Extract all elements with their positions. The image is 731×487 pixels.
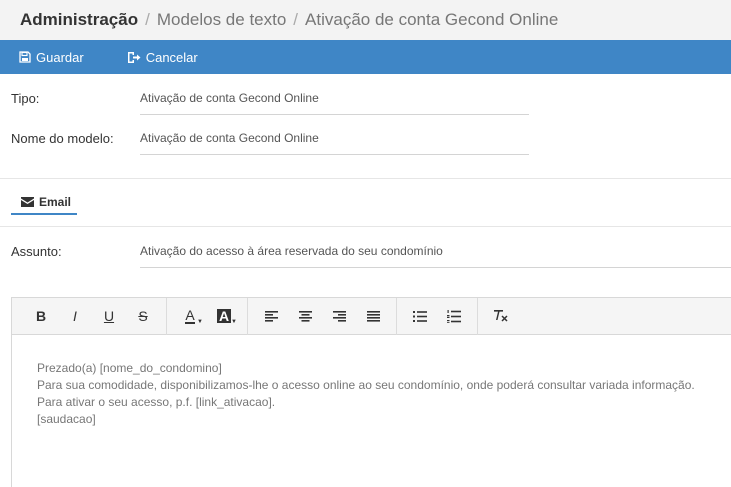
numbered-list-icon	[447, 309, 461, 323]
chevron-down-icon: ▼	[197, 319, 203, 325]
align-justify-icon	[366, 310, 380, 322]
rich-text-editor: B I U S A ▼ A ▼ Prezado(a) [nome_do_cond…	[11, 297, 731, 487]
bold-icon: B	[35, 308, 47, 324]
tipo-field[interactable]: Ativação de conta Gecond Online	[140, 91, 529, 115]
nome-modelo-label: Nome do modelo:	[11, 131, 114, 146]
section-divider	[0, 178, 731, 179]
tipo-label: Tipo:	[11, 91, 40, 106]
clear-format-button[interactable]	[486, 303, 516, 329]
bullet-list-icon	[413, 310, 427, 322]
italic-icon: I	[73, 308, 77, 324]
editor-line: Prezado(a) [nome_do_condomino]	[37, 361, 222, 375]
breadcrumb-current: Ativação de conta Gecond Online	[305, 10, 559, 29]
action-toolbar: Guardar Cancelar	[0, 40, 731, 74]
text-format-group: B I U S	[18, 297, 167, 335]
cancel-button[interactable]: Cancelar	[127, 50, 198, 65]
editor-line: [saudacao]	[37, 412, 96, 426]
editor-line: Para sua comodidade, disponibilizamos-lh…	[37, 378, 695, 392]
breadcrumb-models[interactable]: Modelos de texto	[157, 10, 286, 30]
sign-out-icon	[127, 51, 141, 63]
tipo-value: Ativação de conta Gecond Online	[140, 91, 319, 105]
nome-modelo-input[interactable]	[140, 131, 529, 145]
editor-line: Para ativar o seu acesso, p.f. [link_ati…	[37, 395, 276, 409]
breadcrumb-separator: /	[293, 10, 299, 29]
chevron-down-icon: ▼	[231, 319, 237, 325]
align-center-button[interactable]	[290, 303, 320, 329]
breadcrumb: Administração / Modelos de texto / Ativa…	[0, 0, 731, 40]
tab-email-label: Email	[39, 195, 72, 209]
breadcrumb-separator: /	[145, 10, 150, 29]
breadcrumb-root[interactable]: Administração	[20, 10, 138, 30]
underline-button[interactable]: U	[94, 303, 124, 329]
numbered-list-button[interactable]	[439, 303, 469, 329]
font-color-button[interactable]: A ▼	[175, 303, 205, 329]
align-group	[248, 297, 397, 335]
clear-format-icon	[494, 310, 508, 322]
underline-icon: U	[103, 308, 115, 324]
nome-modelo-field[interactable]	[140, 131, 529, 155]
italic-button[interactable]: I	[60, 303, 90, 329]
align-left-button[interactable]	[256, 303, 286, 329]
save-button-label: Guardar	[36, 49, 84, 65]
assunto-label: Assunto:	[11, 244, 62, 259]
assunto-input[interactable]	[140, 244, 731, 258]
editor-content[interactable]: Prezado(a) [nome_do_condomino] Para sua …	[12, 335, 731, 428]
align-right-button[interactable]	[324, 303, 354, 329]
list-group	[397, 297, 478, 335]
align-justify-button[interactable]	[358, 303, 388, 329]
strikethrough-icon: S	[138, 308, 148, 324]
assunto-field[interactable]	[140, 244, 731, 268]
save-button[interactable]: Guardar	[19, 50, 84, 65]
envelope-icon	[21, 197, 34, 207]
tab-divider	[0, 226, 731, 227]
cancel-button-label: Cancelar	[145, 49, 198, 65]
floppy-disk-icon	[19, 51, 31, 63]
align-left-icon	[264, 310, 278, 322]
tab-email[interactable]: Email	[11, 191, 77, 215]
font-color-icon: A	[185, 307, 195, 324]
editor-toolbar: B I U S A ▼ A ▼	[12, 297, 731, 335]
background-color-icon: A	[216, 308, 232, 324]
align-center-icon	[298, 310, 312, 322]
color-group: A ▼ A ▼	[167, 297, 248, 335]
bold-button[interactable]: B	[26, 303, 56, 329]
align-right-icon	[332, 310, 346, 322]
clear-format-group	[478, 298, 524, 335]
bullet-list-button[interactable]	[405, 303, 435, 329]
background-color-button[interactable]: A ▼	[209, 303, 239, 329]
strikethrough-button[interactable]: S	[128, 303, 158, 329]
